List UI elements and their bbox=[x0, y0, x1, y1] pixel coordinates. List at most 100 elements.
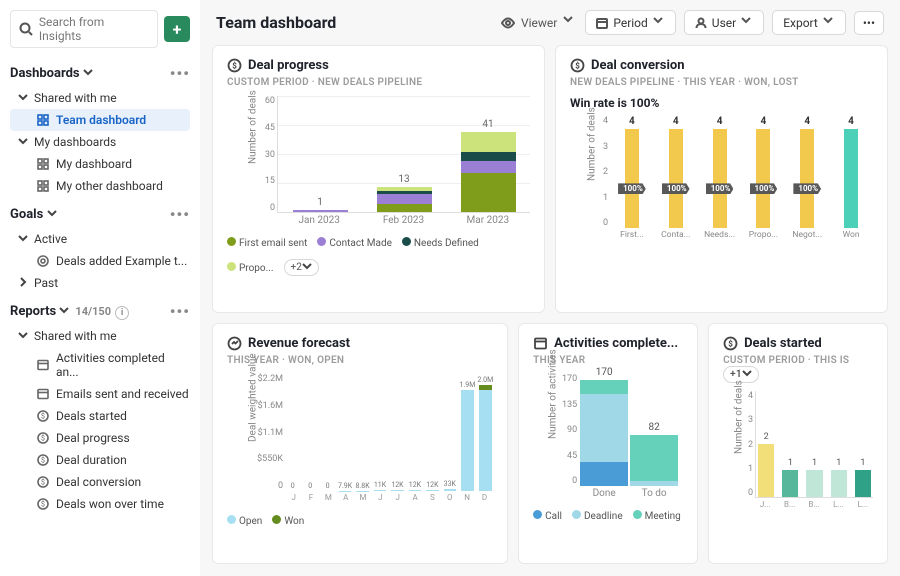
sidebar-group[interactable]: Active bbox=[10, 228, 190, 250]
sidebar-section-goals[interactable]: Goals ••• bbox=[10, 205, 190, 224]
revenue-chart: Deal weighted value $2.2M$1.6M$1.1M$550K… bbox=[255, 374, 493, 509]
chevron-down-icon bbox=[823, 15, 835, 30]
dollar-icon: $ bbox=[227, 58, 242, 73]
dollar-icon: $ bbox=[36, 453, 50, 467]
sidebar-item[interactable]: Team dashboard bbox=[10, 109, 190, 131]
sidebar-group[interactable]: Shared with me bbox=[10, 325, 190, 347]
sidebar-item[interactable]: $Deal conversion bbox=[10, 471, 190, 493]
chevron-down-icon bbox=[741, 15, 753, 30]
deal-conversion-card[interactable]: $ Deal conversion NEW DEALS PIPELINE · TH… bbox=[555, 45, 888, 313]
sidebar: Search from Insights + Dashboards ••• Sha… bbox=[0, 0, 200, 576]
legend: OpenWon bbox=[227, 515, 493, 527]
sidebar-item[interactable]: $ Deal progress bbox=[10, 427, 190, 449]
legend: CallDeadlineMeeting bbox=[533, 510, 683, 522]
chevron-down-icon bbox=[18, 232, 28, 246]
search-input[interactable]: Search from Insights bbox=[10, 10, 158, 48]
add-button[interactable]: + bbox=[164, 16, 190, 42]
export-button[interactable]: Export bbox=[772, 10, 846, 35]
more-icon[interactable]: ••• bbox=[170, 302, 190, 321]
more-icon[interactable]: ••• bbox=[170, 64, 190, 83]
svg-text:$: $ bbox=[41, 457, 45, 465]
deals-started-card[interactable]: $Deals started CUSTOM PERIOD · THIS IS +… bbox=[708, 323, 888, 564]
more-icon[interactable]: ••• bbox=[170, 205, 190, 224]
revenue-forecast-card[interactable]: Revenue forecast THIS YEAR · WON, OPEN D… bbox=[212, 323, 508, 564]
dollar-icon: $ bbox=[36, 431, 50, 445]
user-icon bbox=[695, 17, 707, 29]
more-button[interactable]: ••• bbox=[854, 11, 884, 35]
sidebar-item[interactable]: $ Deal duration bbox=[10, 449, 190, 471]
sidebar-group[interactable]: Past bbox=[10, 272, 190, 294]
more-icon: ••• bbox=[863, 16, 875, 30]
sidebar-item[interactable]: $ Deals won over time bbox=[10, 493, 190, 515]
chevron-down-icon bbox=[18, 135, 28, 149]
dashboard-icon bbox=[36, 179, 50, 193]
period-label: Period bbox=[613, 16, 647, 30]
more-chip[interactable]: +2 bbox=[284, 259, 319, 276]
chevron-down-icon bbox=[563, 14, 577, 31]
dashboard-icon bbox=[36, 157, 50, 171]
search-icon bbox=[19, 22, 33, 36]
dollar-icon: $ bbox=[36, 475, 50, 489]
item-label: Emails sent and received bbox=[56, 387, 189, 401]
viewer-menu[interactable]: Viewer bbox=[501, 14, 577, 31]
card-title: Deal progress bbox=[248, 58, 329, 73]
group-label: Active bbox=[34, 232, 67, 246]
dollar-icon: $ bbox=[36, 497, 50, 511]
item-label: My dashboard bbox=[56, 157, 132, 171]
user-button[interactable]: User bbox=[684, 10, 764, 35]
viewer-label: Viewer bbox=[521, 16, 557, 30]
calendar-icon bbox=[533, 336, 548, 351]
card-subtitle: NEW DEALS PIPELINE · THIS YEAR · WON, LO… bbox=[570, 77, 873, 88]
period-button[interactable]: Period bbox=[585, 10, 675, 35]
dashboard-icon bbox=[36, 113, 50, 127]
chevron-down-icon bbox=[18, 329, 28, 343]
user-label: User bbox=[712, 16, 736, 30]
item-label: Deals started bbox=[56, 409, 127, 423]
win-rate: Win rate is 100% bbox=[570, 96, 873, 110]
item-label: Deal duration bbox=[56, 453, 127, 467]
deal-progress-card[interactable]: $ Deal progress CUSTOM PERIOD · NEW DEALS… bbox=[212, 45, 545, 313]
chevron-down-icon bbox=[59, 304, 69, 319]
card-title: Activities complete... bbox=[554, 336, 678, 351]
activities-card[interactable]: Activities complete... THIS YEAR Number … bbox=[518, 323, 698, 564]
chevron-down-icon bbox=[83, 66, 93, 81]
sidebar-section-reports[interactable]: Reports 14/150i••• bbox=[10, 302, 190, 321]
card-subtitle: CUSTOM PERIOD · THIS IS +1 bbox=[723, 355, 873, 383]
deal-conversion-chart: Number of deals 43210 4100%4100%4100%410… bbox=[594, 116, 873, 246]
sidebar-group[interactable]: Shared with me bbox=[10, 87, 190, 109]
item-label: Activities completed an... bbox=[56, 351, 190, 379]
sidebar-group[interactable]: My dashboards bbox=[10, 131, 190, 153]
group-label: Shared with me bbox=[34, 329, 117, 343]
svg-text:$: $ bbox=[41, 435, 45, 443]
item-label: Deal progress bbox=[56, 431, 130, 445]
sidebar-item[interactable]: My other dashboard bbox=[10, 175, 190, 197]
deals-started-chart: Number of deals 43210 21111 J...B...B...… bbox=[741, 391, 873, 516]
svg-text:$: $ bbox=[41, 413, 45, 421]
sidebar-section-dashboards[interactable]: Dashboards ••• bbox=[10, 64, 190, 83]
card-subtitle: CUSTOM PERIOD · NEW DEALS PIPELINE bbox=[227, 77, 530, 88]
sidebar-item[interactable]: Activities completed an... bbox=[10, 347, 190, 383]
svg-text:$: $ bbox=[575, 62, 580, 71]
item-label: My other dashboard bbox=[56, 179, 163, 193]
dollar-icon: $ bbox=[570, 58, 585, 73]
svg-text:$: $ bbox=[232, 62, 237, 71]
chevron-right-icon bbox=[18, 276, 28, 290]
sidebar-item[interactable]: Emails sent and received bbox=[10, 383, 190, 405]
dollar-icon: $ bbox=[723, 336, 738, 351]
item-label: Deals added Example t... bbox=[56, 254, 187, 268]
target-icon bbox=[36, 254, 50, 268]
legend: First email sentContact MadeNeeds Define… bbox=[227, 237, 530, 276]
sidebar-item[interactable]: Deals added Example t... bbox=[10, 250, 190, 272]
card-title: Revenue forecast bbox=[248, 336, 350, 351]
item-label: Deals won over time bbox=[56, 497, 164, 511]
card-title: Deal conversion bbox=[591, 58, 685, 73]
dollar-icon: $ bbox=[36, 409, 50, 423]
info-icon: i bbox=[115, 306, 129, 320]
card-subtitle: THIS YEAR · WON, OPEN bbox=[227, 355, 493, 366]
sidebar-item[interactable]: $ Deals started bbox=[10, 405, 190, 427]
calendar-icon bbox=[36, 358, 50, 372]
group-label: Shared with me bbox=[34, 91, 117, 105]
deal-progress-chart: Number of deals 604530150 11341 Jan 2023… bbox=[255, 96, 530, 231]
sidebar-item[interactable]: My dashboard bbox=[10, 153, 190, 175]
page-title: Team dashboard bbox=[216, 13, 493, 32]
